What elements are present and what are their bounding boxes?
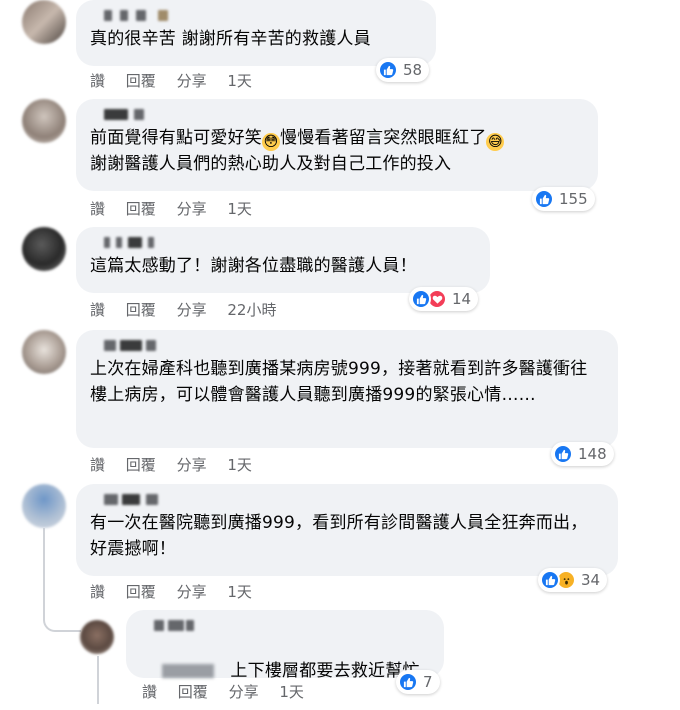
flushed-face-icon: 😳 [262, 133, 280, 151]
avatar[interactable] [22, 330, 66, 374]
comment-text-part: 慢慢看著留言突然眼眶紅了 [280, 128, 487, 148]
comment-bubble: 這篇太感動了！謝謝各位盡職的醫護人員！ [76, 227, 490, 293]
reaction-summary[interactable]: 148 [551, 442, 614, 466]
reaction-count: 34 [581, 571, 601, 589]
comment-text-part: 上下樓層都要去救近幫忙 [230, 661, 420, 681]
comment-actions: 讚 回覆 分享 1天 [90, 455, 252, 475]
reaction-summary[interactable]: 14 [409, 287, 479, 311]
timestamp[interactable]: 1天 [227, 583, 252, 601]
reaction-summary[interactable]: 58 [376, 58, 430, 82]
reaction-count: 58 [403, 61, 423, 79]
comment-actions: 讚 回覆 分享 1天 [90, 582, 252, 602]
comment-text-part: 前面覺得有點可愛好笑 [90, 128, 262, 148]
reply-button[interactable]: 回覆 [126, 456, 156, 474]
commenter-name[interactable] [90, 6, 422, 22]
reaction-count: 14 [452, 290, 472, 308]
like-button[interactable]: 讚 [90, 583, 105, 601]
like-button[interactable]: 讚 [90, 200, 105, 218]
reply-button[interactable]: 回覆 [126, 301, 156, 319]
timestamp[interactable]: 1天 [279, 683, 304, 701]
comment-actions: 讚 回覆 分享 1天 [142, 682, 304, 702]
comment-text-part: 謝謝醫護人員們的熱心助人及對自己工作的投入 [90, 154, 452, 174]
commenter-name[interactable] [90, 336, 604, 352]
timestamp[interactable]: 1天 [227, 456, 252, 474]
avatar[interactable] [22, 227, 66, 271]
comment-text: 前面覺得有點可愛好笑 😳慢慢看著留言突然眼眶紅了 😅 謝謝醫護人員們的熱心助人及對自… [90, 125, 584, 177]
like-button[interactable]: 讚 [90, 456, 105, 474]
comment-text: 上次在婦產科也聽到廣播某病房號999，接著就看到許多醫護衝往樓上病房，可以體會醫… [90, 359, 588, 405]
comment-actions: 讚 回覆 分享 22小時 [90, 300, 276, 320]
like-icon [534, 189, 554, 209]
share-button[interactable]: 分享 [177, 583, 207, 601]
avatar[interactable] [22, 0, 66, 44]
grinning-sweat-icon: 😅 [486, 133, 505, 151]
share-button[interactable]: 分享 [177, 72, 207, 90]
share-button[interactable]: 分享 [229, 683, 259, 701]
reply-button[interactable]: 回覆 [126, 200, 156, 218]
timestamp[interactable]: 22小時 [227, 301, 276, 319]
comment-bubble: 真的很辛苦 謝謝所有辛苦的救護人員 [76, 0, 436, 66]
thread-line [97, 656, 99, 704]
like-icon [553, 444, 573, 464]
like-button[interactable]: 讚 [90, 72, 105, 90]
reaction-count: 155 [559, 190, 588, 208]
like-icon [411, 289, 431, 309]
comment-actions: 讚 回覆 分享 1天 [90, 71, 252, 91]
comment-text: 有一次在醫院聽到廣播999，看到所有診間醫護人員全狂奔而出，好震撼啊！ [90, 513, 588, 559]
reply-button[interactable]: 回覆 [178, 683, 208, 701]
like-button[interactable]: 讚 [142, 683, 157, 701]
commenter-name[interactable] [90, 105, 584, 121]
reply-bubble: 上下樓層都要去救近幫忙 [126, 610, 444, 681]
avatar[interactable] [22, 484, 66, 528]
like-icon [378, 60, 398, 80]
reaction-summary[interactable]: 34 [538, 568, 608, 592]
reaction-summary[interactable]: 7 [396, 670, 440, 694]
commenter-name[interactable] [90, 490, 604, 506]
avatar[interactable] [80, 620, 114, 654]
commenter-name[interactable] [90, 233, 476, 249]
reply-button[interactable]: 回覆 [126, 583, 156, 601]
reaction-count: 148 [578, 445, 607, 463]
like-button[interactable]: 讚 [90, 301, 105, 319]
reaction-count: 7 [423, 673, 433, 691]
comment-bubble: 上次在婦產科也聽到廣播某病房號999，接著就看到許多醫護衝往樓上病房，可以體會醫… [76, 330, 618, 448]
thread-curve [43, 600, 81, 632]
timestamp[interactable]: 1天 [227, 200, 252, 218]
share-button[interactable]: 分享 [177, 301, 207, 319]
like-icon [398, 672, 418, 692]
comment-actions: 讚 回覆 分享 1天 [90, 199, 252, 219]
share-button[interactable]: 分享 [177, 456, 207, 474]
timestamp[interactable]: 1天 [227, 72, 252, 90]
comment-text: 真的很辛苦 謝謝所有辛苦的救護人員 [90, 29, 371, 49]
reaction-summary[interactable]: 155 [532, 187, 595, 211]
like-icon [540, 570, 560, 590]
comment-bubble: 前面覺得有點可愛好笑 😳慢慢看著留言突然眼眶紅了 😅 謝謝醫護人員們的熱心助人及對自… [76, 99, 598, 191]
comment-text: 這篇太感動了！謝謝各位盡職的醫護人員！ [90, 256, 417, 276]
comment-bubble: 有一次在醫院聽到廣播999，看到所有診間醫護人員全狂奔而出，好震撼啊！ [76, 484, 618, 576]
commenter-name-tag[interactable] [162, 664, 215, 678]
reply-button[interactable]: 回覆 [126, 72, 156, 90]
share-button[interactable]: 分享 [177, 200, 207, 218]
commenter-name[interactable] [140, 616, 430, 631]
avatar[interactable] [22, 99, 66, 143]
